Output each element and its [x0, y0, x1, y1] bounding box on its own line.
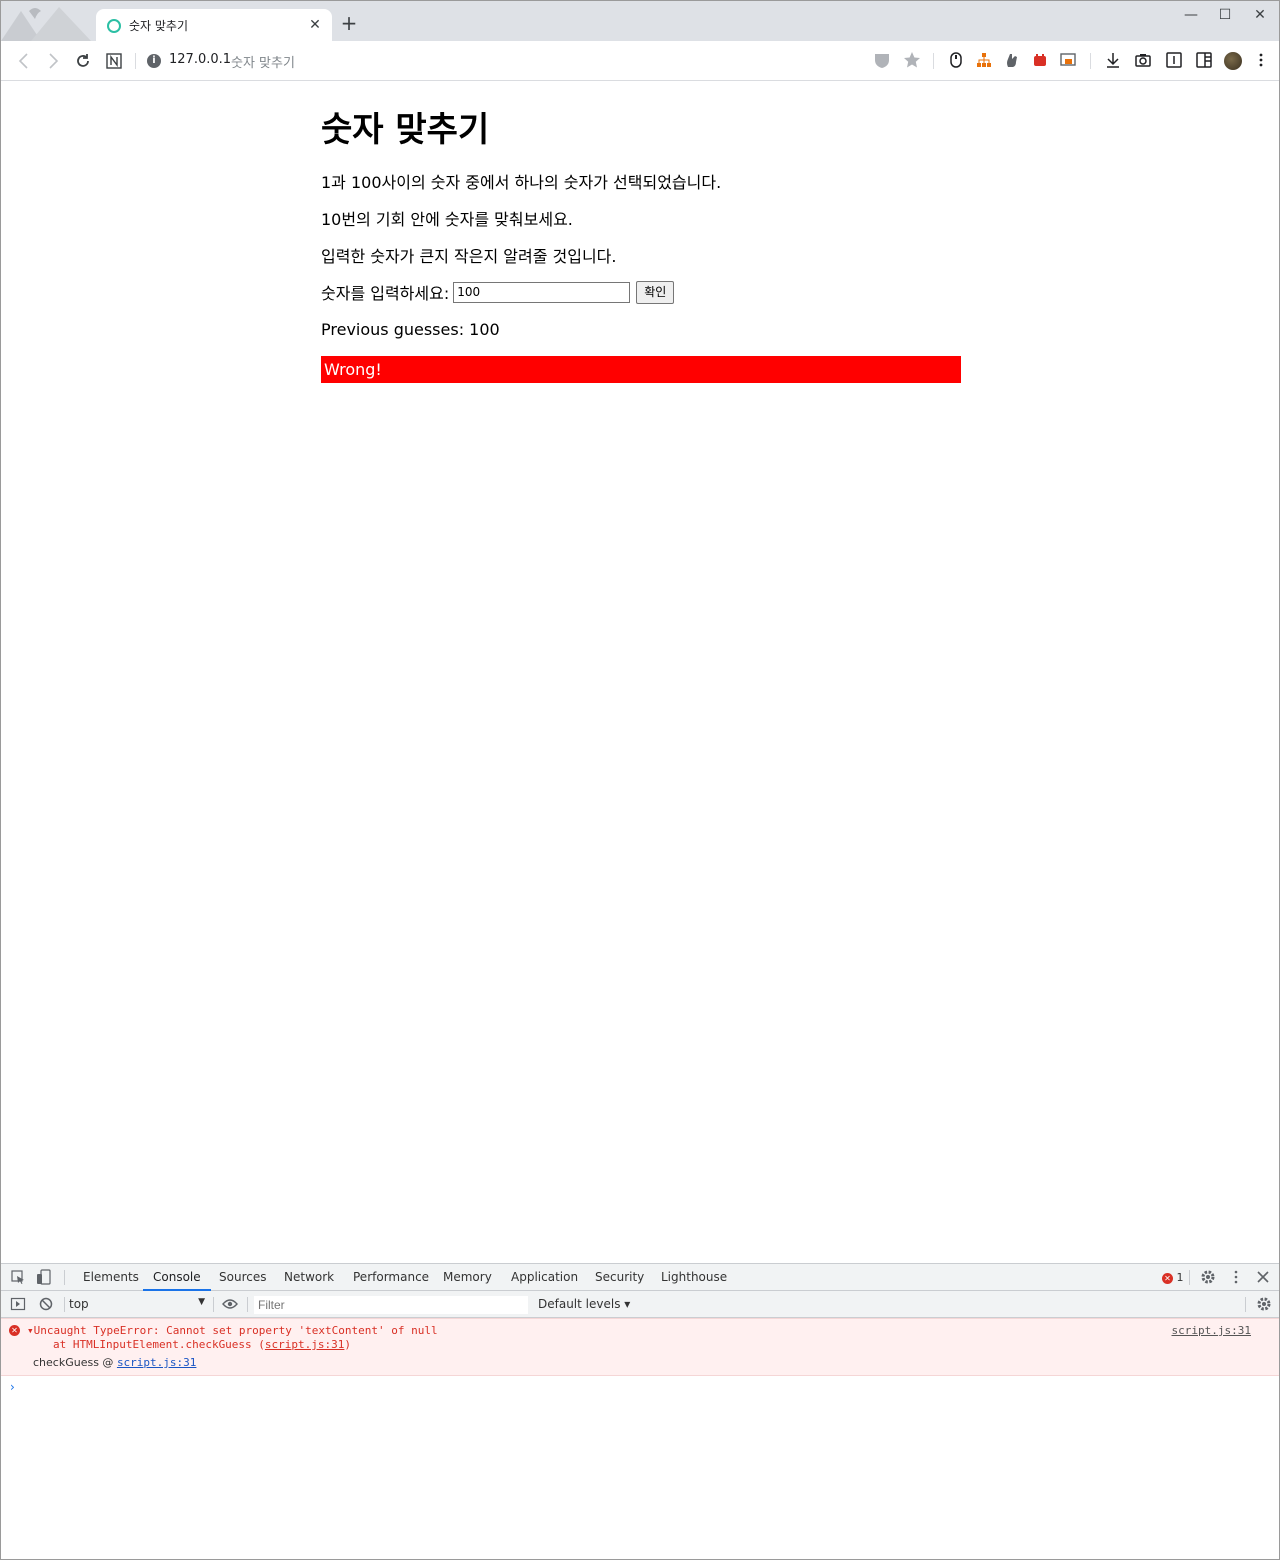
- toolbar-divider: [135, 53, 136, 69]
- tab-console[interactable]: Console: [143, 1264, 211, 1291]
- profile-avatar[interactable]: [1224, 52, 1242, 70]
- minimize-button[interactable]: —: [1173, 1, 1209, 29]
- devtools-divider: [1245, 1297, 1246, 1312]
- devtools-tab-bar: Elements Console Sources Network Perform…: [1, 1264, 1279, 1291]
- intro-paragraph-2: 10번의 기회 안에 숫자를 맞춰보세요.: [321, 210, 573, 229]
- hand-extension-icon[interactable]: [1003, 51, 1021, 69]
- red-extension-icon[interactable]: [1031, 51, 1049, 69]
- tab-strip: 숫자 맞추기 ✕ + — ☐ ✕: [1, 1, 1279, 42]
- devtools-divider: [64, 1270, 65, 1285]
- error-text[interactable]: ▾Uncaught TypeError: Cannot set property…: [27, 1324, 438, 1337]
- devtools-panel: Elements Console Sources Network Perform…: [1, 1263, 1279, 1559]
- tab-close-icon[interactable]: ✕: [306, 16, 324, 34]
- error-location: at HTMLInputElement.checkGuess (script.j…: [53, 1338, 351, 1351]
- close-window-button[interactable]: ✕: [1242, 1, 1278, 29]
- side-panel-icon[interactable]: [1195, 51, 1213, 69]
- shield-icon[interactable]: [873, 51, 891, 69]
- devtools-divider: [1189, 1270, 1190, 1285]
- browser-window: 숫자 맞추기 ✕ + — ☐ ✕ i 127.0.0.1 숫자 맞추기 숫자 맞…: [0, 0, 1280, 1560]
- stack-link[interactable]: script.js:31: [117, 1356, 196, 1369]
- tab-elements[interactable]: Elements: [83, 1264, 139, 1291]
- download-icon[interactable]: [1104, 51, 1122, 69]
- guess-field[interactable]: [453, 281, 631, 303]
- tab-security[interactable]: Security: [595, 1264, 644, 1291]
- inspect-element-icon[interactable]: [10, 1269, 26, 1285]
- devtools-divider: [64, 1297, 65, 1312]
- tab-network[interactable]: Network: [284, 1264, 334, 1291]
- url-page-title: 숫자 맞추기: [231, 56, 295, 71]
- error-at-suffix: ): [344, 1338, 352, 1351]
- theme-artwork: [1, 1, 96, 41]
- error-icon: ✕: [9, 1325, 20, 1336]
- tab-active[interactable]: 숫자 맞추기 ✕: [96, 9, 332, 42]
- intro-paragraph-1: 1과 100사이의 숫자 중에서 하나의 숫자가 선택되었습니다.: [321, 173, 722, 192]
- reload-icon[interactable]: [72, 50, 94, 72]
- stack-function: checkGuess @: [33, 1356, 117, 1369]
- context-select[interactable]: top ▼: [69, 1297, 205, 1311]
- intro-paragraph-3: 입력한 숫자가 큰지 작은지 알려줄 것입니다.: [321, 247, 617, 266]
- console-prompt-icon[interactable]: ›: [10, 1380, 15, 1394]
- guess-label: 숫자를 입력하세요:: [321, 284, 450, 303]
- bookmark-star-icon[interactable]: [903, 51, 921, 69]
- address-bar[interactable]: i 127.0.0.1 숫자 맞추기: [141, 48, 661, 74]
- error-count: 1: [1176, 1271, 1184, 1284]
- forward-icon[interactable]: [42, 50, 64, 72]
- reader-icon[interactable]: [1165, 51, 1183, 69]
- error-at-link[interactable]: script.js:31: [265, 1338, 344, 1351]
- devtools-menu-icon[interactable]: [1228, 1269, 1244, 1285]
- stack-trace: checkGuess @ script.js:31: [33, 1356, 196, 1369]
- context-value: top: [69, 1297, 89, 1311]
- extension-n-icon[interactable]: [103, 50, 125, 72]
- close-devtools-icon[interactable]: [1255, 1269, 1271, 1285]
- toolbar-divider: [933, 53, 934, 69]
- console-filter-input[interactable]: [254, 1296, 528, 1314]
- guess-form: 숫자를 입력하세요: 확인: [321, 280, 675, 304]
- sitemap-extension-icon[interactable]: [975, 51, 993, 69]
- tab-title: 숫자 맞추기: [129, 19, 189, 33]
- last-result-banner: Wrong!: [321, 356, 961, 383]
- new-tab-button[interactable]: +: [339, 13, 359, 33]
- back-icon[interactable]: [13, 50, 35, 72]
- previous-guesses: Previous guesses: 100: [321, 320, 500, 339]
- show-sidebar-icon[interactable]: [10, 1296, 26, 1312]
- tab-lighthouse[interactable]: Lighthouse: [661, 1264, 727, 1291]
- error-count-badge[interactable]: ✕ 1: [1162, 1271, 1184, 1284]
- dropdown-arrow-icon: ▼: [198, 1297, 205, 1307]
- page-viewport: 숫자 맞추기 1과 100사이의 숫자 중에서 하나의 숫자가 선택되었습니다.…: [1, 82, 1279, 1262]
- menu-kebab-icon[interactable]: [1252, 51, 1270, 69]
- browser-toolbar: i 127.0.0.1 숫자 맞추기: [1, 41, 1279, 81]
- devtools-divider: [213, 1297, 214, 1312]
- page-title: 숫자 맞추기: [321, 110, 490, 150]
- url-host: 127.0.0.1: [169, 52, 232, 67]
- toolbar-divider: [1090, 53, 1091, 69]
- maximize-button[interactable]: ☐: [1207, 1, 1243, 29]
- globe-loading-icon: [107, 19, 121, 33]
- device-toolbar-icon[interactable]: [36, 1269, 52, 1285]
- log-levels-dropdown[interactable]: Default levels ▾: [538, 1297, 630, 1311]
- devtools-divider: [247, 1297, 248, 1312]
- guess-submit-button[interactable]: 확인: [636, 280, 675, 304]
- console-toolbar: top ▼ Default levels ▾: [1, 1291, 1279, 1318]
- cast-extension-icon[interactable]: [1059, 51, 1077, 69]
- tab-performance[interactable]: Performance: [353, 1264, 429, 1291]
- clear-console-icon[interactable]: [38, 1296, 54, 1312]
- error-at-prefix: at HTMLInputElement.checkGuess (: [53, 1338, 265, 1351]
- tab-memory[interactable]: Memory: [443, 1264, 492, 1291]
- camera-icon[interactable]: [1134, 51, 1152, 69]
- console-error-message: ✕ ▾Uncaught TypeError: Cannot set proper…: [1, 1318, 1279, 1376]
- console-settings-gear-icon[interactable]: [1256, 1296, 1272, 1312]
- mouse-extension-icon[interactable]: [947, 51, 965, 69]
- tab-sources[interactable]: Sources: [219, 1264, 266, 1291]
- info-icon[interactable]: i: [147, 54, 161, 68]
- settings-gear-icon[interactable]: [1200, 1269, 1216, 1285]
- tab-application[interactable]: Application: [511, 1264, 578, 1291]
- live-expression-eye-icon[interactable]: [222, 1296, 238, 1312]
- error-source-link[interactable]: script.js:31: [1172, 1324, 1251, 1337]
- error-icon: ✕: [1162, 1272, 1173, 1284]
